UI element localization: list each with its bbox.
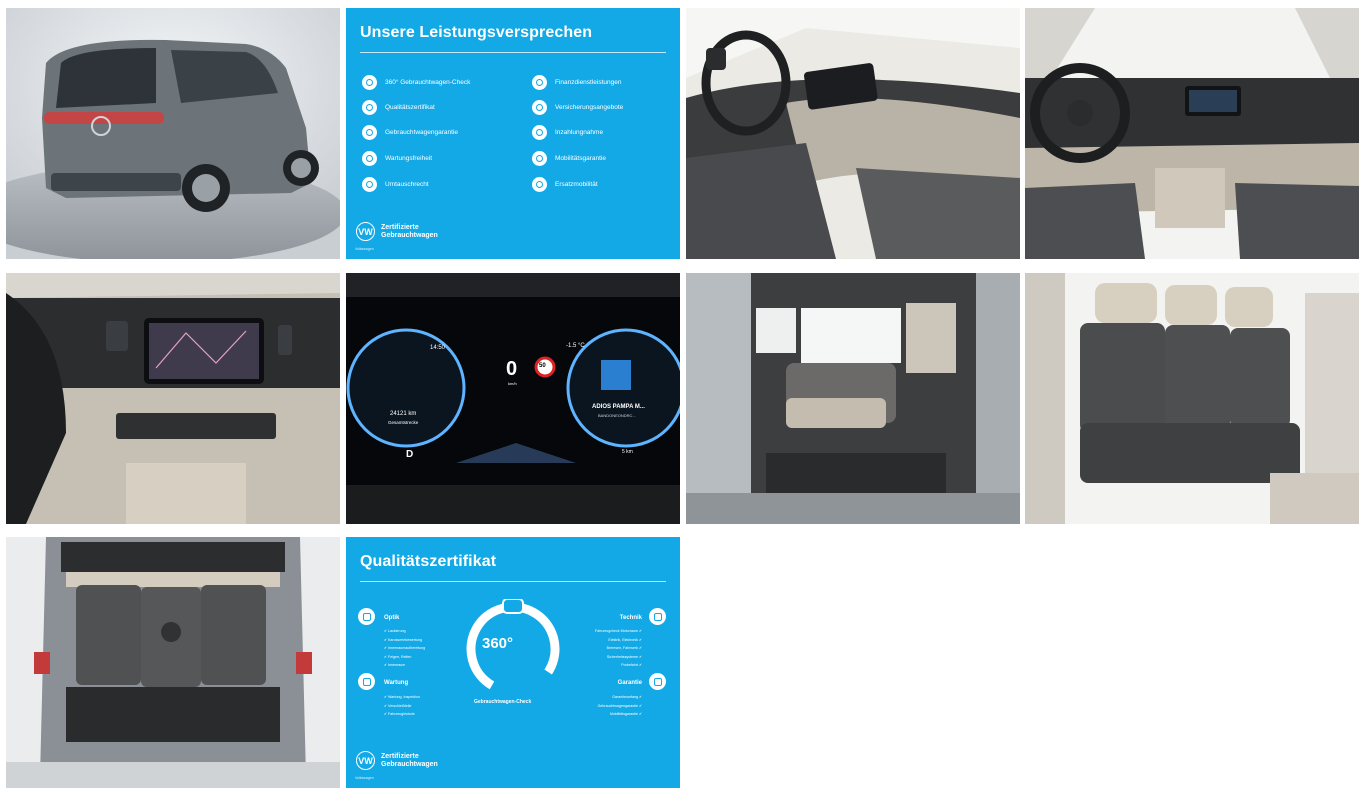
rear-seats-photo[interactable] <box>1025 273 1359 524</box>
divider <box>360 52 666 53</box>
brand-footer: Volkswagen <box>355 776 374 780</box>
exchange-icon <box>362 177 377 192</box>
instrument-cluster-photo[interactable]: 14:50 -1.5 °C 0 km/h 50 24121 km Gesamts… <box>346 273 680 524</box>
brand-footer: Volkswagen <box>355 247 374 251</box>
infotainment-photo[interactable] <box>6 273 340 524</box>
vw-logo-icon: VW <box>356 222 375 241</box>
wartung-list: Wartung, Inspektion Verschleißteile Fahr… <box>384 693 420 719</box>
service-promise-card[interactable]: Unsere Leistungsversprechen 360° Gebrauc… <box>346 8 680 259</box>
check-360-icon <box>362 75 377 90</box>
service-item: Gebrauchtwagengarantie <box>362 125 458 140</box>
service-item: Wartungsfreiheit <box>362 151 432 166</box>
outside-temperature: -1.5 °C <box>566 343 585 349</box>
wartung-heading: Wartung <box>384 680 409 686</box>
wartung-icon <box>358 673 375 690</box>
service-item: Umtauschrecht <box>362 177 429 192</box>
optik-icon <box>358 608 375 625</box>
trade-in-icon <box>532 125 547 140</box>
technik-list: Fahrzeugcheck Motorraum Elektrik, Elektr… <box>595 627 642 670</box>
garantie-list: Garantieumfang Gebrauchtwagengarantie Mo… <box>598 693 642 719</box>
service-item: Qualitätszertifikat <box>362 100 435 115</box>
divider <box>360 581 666 582</box>
service-item: Ersatzmobilität <box>532 177 598 192</box>
brand-block: VW Zertifizierte Gebrauchtwagen <box>356 751 438 770</box>
vw-logo-icon: VW <box>356 751 375 770</box>
sliding-door-interior-photo[interactable] <box>686 273 1020 524</box>
insurance-icon <box>532 100 547 115</box>
wrench-icon <box>362 151 377 166</box>
replacement-car-icon <box>532 177 547 192</box>
cockpit-side-photo[interactable] <box>686 8 1020 259</box>
service-item: Inzahlungnahme <box>532 125 603 140</box>
media-artist: BANDONEONDRC... <box>598 413 636 418</box>
optik-heading: Optik <box>384 615 400 621</box>
speed-limit-sign: 50 <box>539 363 546 369</box>
quality-certificate-card[interactable]: Qualitätszertifikat Optik Lackierung Kar… <box>346 537 680 788</box>
service-item: 360° Gebrauchtwagen-Check <box>362 75 470 90</box>
trunk-open-photo[interactable] <box>6 537 340 788</box>
odometer: 24121 km <box>390 411 417 417</box>
technik-heading: Technik <box>619 615 642 621</box>
speed-unit: km/h <box>508 381 517 386</box>
card-title: Unsere Leistungsversprechen <box>360 24 593 41</box>
card-title: Qualitätszertifikat <box>360 553 497 570</box>
finance-icon <box>532 75 547 90</box>
speed-readout: 0 <box>506 358 518 380</box>
check-360-label: 360° <box>482 635 514 652</box>
media-title: ADIOS PAMPA M... <box>592 404 645 410</box>
service-item: Mobilitätsgarantie <box>532 151 606 166</box>
technik-icon <box>649 608 666 625</box>
odometer-label: Gesamtstrecke <box>388 420 419 425</box>
check-caption: Gebrauchtwagen-Check <box>474 699 532 705</box>
garantie-heading: Garantie <box>617 680 642 686</box>
optik-list: Lackierung Karosseriebewertung Innenraum… <box>384 627 425 670</box>
service-item: Finanzdienstleistungen <box>532 75 622 90</box>
garantie-icon <box>649 673 666 690</box>
certificate-icon <box>362 100 377 115</box>
rear-exterior-photo[interactable] <box>6 8 340 259</box>
brand-block: VW Zertifizierte Gebrauchtwagen <box>356 222 438 241</box>
shield-icon <box>362 125 377 140</box>
gear-indicator: D <box>406 449 414 460</box>
cockpit-front-photo[interactable] <box>1025 8 1359 259</box>
mobility-icon <box>532 151 547 166</box>
clock: 14:50 <box>430 345 446 351</box>
service-item: Versicherungsangebote <box>532 100 623 115</box>
range-readout: 5 km <box>622 449 633 455</box>
